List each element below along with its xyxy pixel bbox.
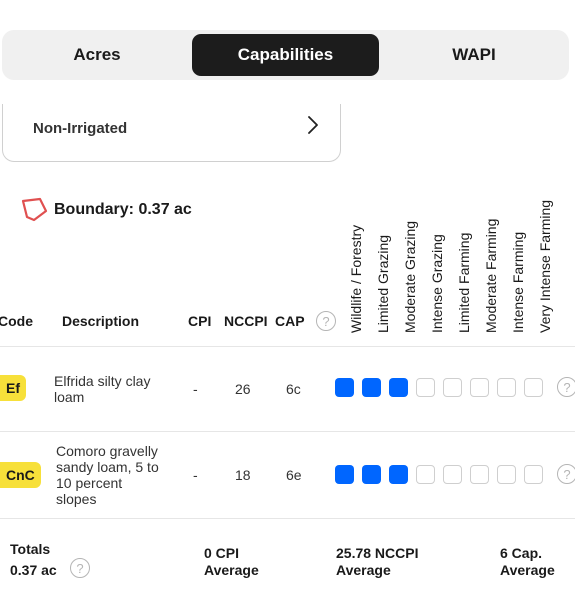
cap-header-0: Wildlife / Forestry	[348, 224, 364, 333]
row-help-icon[interactable]: ?	[557, 464, 575, 484]
totals-cap-sub: Average	[500, 562, 555, 578]
capability-square	[416, 465, 435, 484]
cap-header-1: Limited Grazing	[375, 234, 391, 333]
capability-square	[470, 465, 489, 484]
col-header-code: Code	[0, 313, 33, 329]
cpi-value: -	[193, 467, 198, 483]
cap-header-2: Moderate Grazing	[402, 220, 418, 333]
soil-description: Elfrida silty clay loam	[54, 373, 151, 405]
cap-header-3: Intense Grazing	[429, 234, 445, 333]
tab-capabilities[interactable]: Capabilities	[192, 34, 379, 76]
col-header-nccpi: NCCPI	[224, 313, 268, 329]
boundary-label: Boundary: 0.37 ac	[54, 201, 192, 218]
irrigation-label: Non-Irrigated	[33, 120, 128, 137]
totals-label: Totals	[10, 541, 51, 557]
capability-square	[524, 465, 543, 484]
col-header-cpi: CPI	[188, 313, 212, 329]
view-tabs: Acres Capabilities WAPI	[2, 30, 569, 80]
capability-square	[470, 378, 489, 397]
col-header-cap: CAP	[275, 313, 305, 329]
capability-square	[335, 378, 354, 397]
boundary-summary: Boundary: 0.37 ac	[20, 197, 192, 223]
cap-value: 6e	[286, 467, 302, 483]
help-icon[interactable]: ?	[316, 311, 336, 331]
totals-nccpi-sub: Average	[336, 562, 391, 578]
capability-square	[389, 465, 408, 484]
capability-square	[497, 378, 516, 397]
nccpi-value: 18	[235, 467, 251, 483]
polygon-boundary-icon	[21, 197, 48, 222]
cap-header-7: Very Intense Farming	[537, 199, 553, 333]
cap-header-4: Limited Farming	[456, 232, 472, 333]
totals-cpi-sub: Average	[204, 562, 259, 578]
tab-acres[interactable]: Acres	[2, 34, 192, 76]
capability-square	[497, 465, 516, 484]
cap-header-6: Intense Farming	[510, 231, 526, 333]
capability-square	[389, 378, 408, 397]
soil-code-badge: CnC	[0, 462, 41, 488]
capability-square	[524, 378, 543, 397]
cap-header-5: Moderate Farming	[483, 218, 499, 333]
soil-code-badge: Ef	[0, 375, 26, 401]
capability-square	[416, 378, 435, 397]
divider	[0, 431, 575, 432]
capability-square	[362, 378, 381, 397]
col-header-description: Description	[62, 313, 140, 329]
totals-acres: 0.37 ac	[10, 562, 57, 578]
divider	[0, 346, 575, 347]
tab-wapi[interactable]: WAPI	[379, 34, 569, 76]
totals-help-icon[interactable]: ?	[70, 558, 90, 578]
irrigation-selector[interactable]: Non-Irrigated	[2, 104, 341, 162]
cap-value: 6c	[286, 381, 301, 397]
nccpi-value: 26	[235, 381, 251, 397]
capability-square	[443, 378, 462, 397]
capability-square	[335, 465, 354, 484]
chevron-right-icon	[308, 116, 318, 134]
cpi-value: -	[193, 381, 198, 397]
divider	[0, 518, 575, 519]
row-help-icon[interactable]: ?	[557, 377, 575, 397]
soil-description: Comoro gravelly sandy loam, 5 to 10 perc…	[56, 443, 159, 507]
capability-square	[362, 465, 381, 484]
capability-square	[443, 465, 462, 484]
